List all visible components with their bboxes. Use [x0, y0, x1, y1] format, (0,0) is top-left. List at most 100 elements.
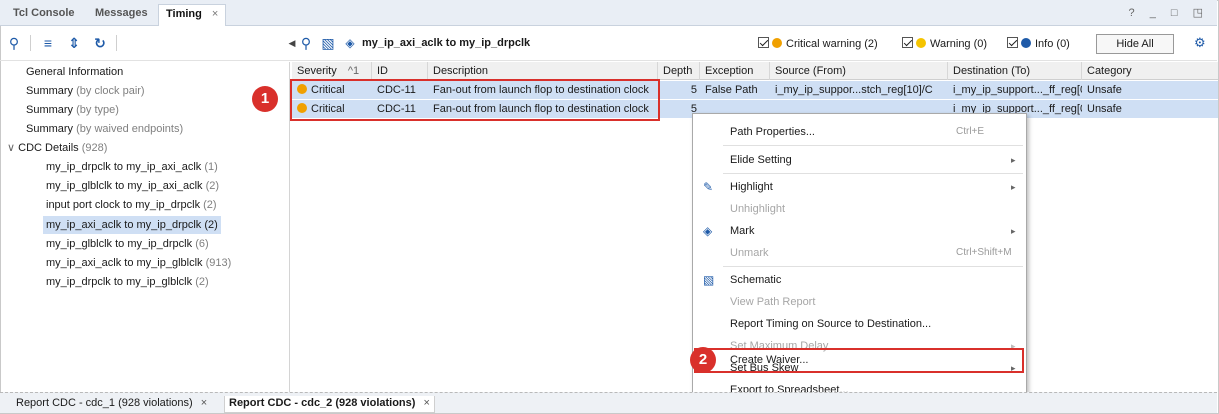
tree-item-label: my_ip_drpclk to my_ip_glblclk [46, 276, 193, 288]
hide-all-button[interactable]: Hide All [1096, 34, 1174, 54]
tree-item[interactable]: General Information [23, 63, 126, 81]
tree-item-count: (by clock pair) [76, 85, 145, 97]
menu-item-label: Elide Setting [730, 154, 792, 166]
menu-item-path-properties[interactable]: Path Properties... Ctrl+E [693, 121, 1026, 143]
chevron-right-icon: ▸ [1011, 182, 1016, 192]
tree-item[interactable]: Summary (by type) [23, 101, 122, 119]
close-icon[interactable]: × [423, 397, 429, 409]
grid-toolbar: ◀ ⚲ ▧ ◈ my_ip_axi_aclk to my_ip_drpclk C… [289, 27, 1217, 61]
category-cell: Unsafe [1087, 84, 1122, 96]
column-header-severity[interactable]: Severity ^1 [292, 62, 372, 80]
refresh-icon[interactable]: ↻ [90, 33, 110, 53]
menu-item-label: Unmark [730, 247, 769, 259]
menu-item-mark[interactable]: ◈ Mark ▸ [693, 220, 1026, 242]
filter-label: Warning (0) [930, 38, 988, 50]
window-controls[interactable]: ? _ □ ◳ [1129, 6, 1209, 19]
mark-icon[interactable]: ◈ [340, 33, 360, 53]
category-cell: Unsafe [1087, 103, 1122, 115]
filter-info[interactable]: Info (0) [1007, 37, 1070, 50]
tree-item-count: (2) [203, 199, 217, 211]
tree-item-cdc-details[interactable]: ∨ CDC Details (928) [4, 139, 110, 157]
chevron-down-icon[interactable]: ∨ [7, 142, 15, 154]
menu-item-view-path-report[interactable]: View Path Report [693, 291, 1026, 313]
expand-all-icon[interactable]: ⇕ [64, 33, 84, 53]
filter-warning[interactable]: Warning (0) [902, 37, 987, 50]
tab-label: Messages [95, 7, 148, 19]
menu-item-shortcut: Ctrl+E [956, 126, 985, 137]
tab-label: Timing [166, 8, 202, 20]
tree-item[interactable]: my_ip_glblclk to my_ip_axi_aclk (2) [43, 177, 222, 195]
tree-item[interactable]: my_ip_glblclk to my_ip_drpclk (6) [43, 235, 212, 253]
column-header-destination[interactable]: Destination (To) [948, 62, 1082, 80]
tree-item[interactable]: Summary (by clock pair) [23, 82, 148, 100]
search-icon[interactable]: ⚲ [4, 33, 24, 53]
filter-critical-warning[interactable]: Critical warning (2) [758, 37, 878, 50]
tab-timing[interactable]: Timing × [158, 4, 227, 26]
column-label: Severity [297, 65, 337, 77]
tree-item-count: (1) [204, 161, 218, 173]
column-header-description[interactable]: Description [428, 62, 658, 80]
checkbox-icon[interactable] [902, 37, 913, 48]
column-header-category[interactable]: Category [1082, 62, 1218, 80]
column-header-source[interactable]: Source (From) [770, 62, 948, 80]
tree-item[interactable]: my_ip_drpclk to my_ip_axi_aclk (1) [43, 158, 221, 176]
menu-item-elide-setting[interactable]: Elide Setting ▸ [693, 149, 1026, 171]
tree-item[interactable]: my_ip_axi_aclk to my_ip_glblclk (913) [43, 254, 234, 272]
menu-divider [723, 173, 1023, 174]
tab-messages[interactable]: Messages [88, 4, 155, 25]
tree-item-count: (6) [195, 238, 209, 250]
column-label: Description [433, 65, 489, 77]
close-icon[interactable]: × [201, 397, 207, 409]
tree-item-label: Summary [26, 123, 74, 135]
tree-toolbar: ⚲ ≡ ⇕ ↻ [0, 27, 290, 61]
checkbox-icon[interactable] [758, 37, 769, 48]
menu-item-label: Unhighlight [730, 203, 786, 215]
menu-item-label: Report Timing on Source to Destination..… [730, 318, 932, 330]
sort-icon[interactable]: ^1 [348, 65, 359, 77]
filter-label: Info (0) [1035, 38, 1070, 50]
column-header-id[interactable]: ID [372, 62, 428, 80]
tab-tcl-console[interactable]: Tcl Console [6, 4, 82, 25]
menu-item-report-timing[interactable]: Report Timing on Source to Destination..… [693, 313, 1026, 335]
gear-icon[interactable]: ⚙ [1194, 35, 1206, 51]
tab-label: Report CDC - cdc_2 (928 violations) [229, 397, 416, 409]
tree-item-label: Summary [26, 85, 74, 97]
menu-item-highlight[interactable]: ✎ Highlight ▸ [693, 176, 1026, 198]
chevron-right-icon: ▸ [1011, 155, 1016, 165]
schematic-icon: ▧ [703, 273, 715, 287]
tree-item-selected[interactable]: my_ip_axi_aclk to my_ip_drpclk (2) [43, 216, 221, 234]
menu-item-unhighlight[interactable]: Unhighlight [693, 198, 1026, 220]
schematic-icon[interactable]: ▧ [318, 33, 338, 53]
close-icon[interactable]: × [212, 8, 218, 20]
report-tabs-bar: Report CDC - cdc_1 (928 violations) × Rep… [0, 392, 1217, 413]
column-header-exception[interactable]: Exception [700, 62, 770, 80]
tab-report-cdc-2[interactable]: Report CDC - cdc_2 (928 violations) × [224, 396, 435, 413]
search-icon[interactable]: ⚲ [296, 33, 316, 53]
report-tree: General Information Summary (by clock pa… [0, 62, 290, 392]
tree-item-label: CDC Details [18, 142, 79, 154]
tree-item[interactable]: my_ip_drpclk to my_ip_glblclk (2) [43, 273, 212, 291]
top-tab-bar: Tcl Console Messages Timing × ? _ □ ◳ [0, 0, 1217, 26]
tree-item-count: (by type) [76, 104, 119, 116]
column-label: Depth [663, 65, 693, 77]
chevron-right-icon: ▸ [1011, 226, 1016, 236]
column-label: Exception [705, 65, 754, 77]
menu-item-schematic[interactable]: ▧ Schematic [693, 269, 1026, 291]
toolbar-divider [116, 35, 117, 51]
highlight-box-rows [290, 79, 660, 121]
warning-icon [916, 38, 926, 48]
tab-report-cdc-1[interactable]: Report CDC - cdc_1 (928 violations) × [12, 396, 211, 413]
column-label: Source (From) [775, 65, 846, 77]
menu-item-unmark[interactable]: Unmark Ctrl+Shift+M [693, 242, 1026, 264]
tree-item[interactable]: Summary (by waived endpoints) [23, 120, 186, 138]
tree-item-count: (by waived endpoints) [76, 123, 184, 135]
tree-item[interactable]: input port clock to my_ip_drpclk (2) [43, 196, 220, 214]
depth-cell: 5 [690, 84, 697, 96]
tree-item-label: my_ip_axi_aclk to my_ip_glblclk [46, 257, 203, 269]
menu-item-label: Path Properties... [730, 126, 815, 138]
mark-icon: ◈ [703, 224, 713, 238]
checkbox-icon[interactable] [1007, 37, 1018, 48]
column-header-depth[interactable]: Depth [658, 62, 700, 80]
tree-item-count: (2) [195, 276, 209, 288]
collapse-all-icon[interactable]: ≡ [38, 33, 58, 53]
